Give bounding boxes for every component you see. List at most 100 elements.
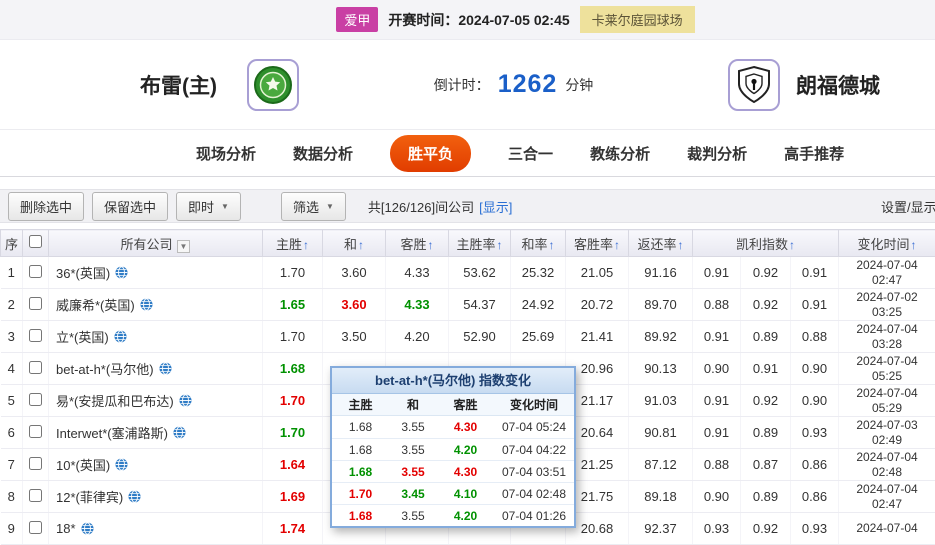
company-cell[interactable]: 36*(英国) xyxy=(49,257,263,289)
instant-dropdown[interactable]: 即时▼ xyxy=(176,192,241,221)
row-checkbox[interactable] xyxy=(29,393,42,406)
company-cell[interactable]: 18* xyxy=(49,513,263,545)
popup-change-time: 07-04 01:26 xyxy=(494,509,574,523)
toolbar-gap xyxy=(0,177,935,189)
popup-rows: 1.68 3.55 4.30 07-04 05:24 1.68 3.55 4.2… xyxy=(332,416,574,526)
popup-header-row: 主胜 和 客胜 变化时间 xyxy=(332,394,574,416)
kelly-away-cell: 0.93 xyxy=(791,417,839,449)
company-name: 18* xyxy=(56,521,76,536)
row-index: 6 xyxy=(1,417,23,449)
company-cell[interactable]: bet-at-h*(马尔他) xyxy=(49,353,263,385)
home-odds-cell: 1.70 xyxy=(263,321,323,353)
away-team-block: 朗福德城 xyxy=(728,59,880,111)
return-rate-cell: 91.16 xyxy=(629,257,693,289)
row-checkbox[interactable] xyxy=(29,361,42,374)
home-odds-cell: 1.64 xyxy=(263,449,323,481)
home-odds-cell: 1.74 xyxy=(263,513,323,545)
kelly-home-cell: 0.93 xyxy=(693,513,741,545)
show-link[interactable]: [显示] xyxy=(479,197,512,216)
return-rate-cell: 87.12 xyxy=(629,449,693,481)
company-cell[interactable]: 威廉希*(英国) xyxy=(49,289,263,321)
kickoff-time: 开赛时间：2024-07-05 02:45 xyxy=(388,10,569,30)
table-row: 3 立*(英国) 1.70 3.50 4.20 52.90 25.69 21.4… xyxy=(1,321,935,353)
company-cell[interactable]: Interwet*(塞浦路斯) xyxy=(49,417,263,449)
popup-away-odds: 4.30 xyxy=(437,465,494,479)
kelly-home-cell: 0.88 xyxy=(693,289,741,321)
row-checkbox[interactable] xyxy=(29,265,42,278)
sort-asc-icon: ↑ xyxy=(789,238,795,252)
home-odds-cell: 1.68 xyxy=(263,353,323,385)
tab-裁判分析[interactable]: 裁判分析 xyxy=(687,143,747,164)
col-header-away-odds[interactable]: 客胜↑ xyxy=(386,230,449,257)
table-row: 2 威廉希*(英国) 1.65 3.60 4.33 54.37 24.92 20… xyxy=(1,289,935,321)
league-badge[interactable]: 爱甲 xyxy=(336,7,378,32)
filter-dropdown[interactable]: 筛选▼ xyxy=(281,192,346,221)
tab-胜平负[interactable]: 胜平负 xyxy=(390,135,471,172)
company-filter-icon[interactable]: ▼ xyxy=(177,240,191,253)
change-time-cell: 2024-07-0402:48 xyxy=(839,449,935,481)
popup-change-time: 07-04 03:51 xyxy=(494,465,574,479)
chevron-down-icon: ▼ xyxy=(326,202,334,211)
kelly-draw-cell: 0.87 xyxy=(741,449,791,481)
home-odds-cell: 1.70 xyxy=(263,257,323,289)
tab-现场分析[interactable]: 现场分析 xyxy=(196,143,256,164)
col-header-home-odds[interactable]: 主胜↑ xyxy=(263,230,323,257)
popup-away-odds: 4.20 xyxy=(437,509,494,523)
company-name: 威廉希*(英国) xyxy=(56,295,135,314)
tab-数据分析[interactable]: 数据分析 xyxy=(293,143,353,164)
col-header-company[interactable]: 所有公司▼ xyxy=(49,230,263,257)
popup-change-time: 07-04 05:24 xyxy=(494,420,574,434)
col-header-change-time[interactable]: 变化时间↑ xyxy=(839,230,935,257)
change-time-cell: 2024-07-0302:49 xyxy=(839,417,935,449)
row-select-cell xyxy=(23,257,49,289)
return-rate-cell: 90.81 xyxy=(629,417,693,449)
sort-asc-icon: ↑ xyxy=(358,238,364,252)
col-header-away-rate[interactable]: 客胜率↑ xyxy=(566,230,629,257)
col-header-home-rate[interactable]: 主胜率↑ xyxy=(449,230,511,257)
kelly-away-cell: 0.88 xyxy=(791,321,839,353)
company-cell[interactable]: 12*(菲律宾) xyxy=(49,481,263,513)
popup-col-draw: 和 xyxy=(389,396,437,413)
draw-rate-cell: 25.32 xyxy=(511,257,566,289)
row-checkbox[interactable] xyxy=(29,425,42,438)
delete-selected-button[interactable]: 删除选中 xyxy=(8,192,84,221)
company-name: Interwet*(塞浦路斯) xyxy=(56,423,168,442)
col-header-draw-odds[interactable]: 和↑ xyxy=(323,230,386,257)
company-cell[interactable]: 10*(英国) xyxy=(49,449,263,481)
popup-home-odds: 1.68 xyxy=(332,465,389,479)
col-header-return-rate[interactable]: 返还率↑ xyxy=(629,230,693,257)
row-select-cell xyxy=(23,353,49,385)
kelly-home-cell: 0.88 xyxy=(693,449,741,481)
row-checkbox[interactable] xyxy=(29,521,42,534)
row-checkbox[interactable] xyxy=(29,457,42,470)
row-select-cell xyxy=(23,481,49,513)
row-index: 4 xyxy=(1,353,23,385)
globe-icon xyxy=(115,266,128,279)
tab-三合一[interactable]: 三合一 xyxy=(508,143,553,164)
kelly-away-cell: 0.90 xyxy=(791,353,839,385)
row-checkbox[interactable] xyxy=(29,297,42,310)
kelly-away-cell: 0.90 xyxy=(791,385,839,417)
kelly-away-cell: 0.93 xyxy=(791,513,839,545)
return-rate-cell: 89.70 xyxy=(629,289,693,321)
globe-icon xyxy=(140,298,153,311)
tab-教练分析[interactable]: 教练分析 xyxy=(590,143,650,164)
match-info-bar: 爱甲 开赛时间：2024-07-05 02:45 卡莱尔庭园球场 xyxy=(0,0,935,40)
keep-selected-button[interactable]: 保留选中 xyxy=(92,192,168,221)
return-rate-cell: 89.18 xyxy=(629,481,693,513)
globe-icon xyxy=(114,330,127,343)
row-checkbox[interactable] xyxy=(29,489,42,502)
select-all-checkbox[interactable] xyxy=(29,235,42,248)
company-cell[interactable]: 立*(英国) xyxy=(49,321,263,353)
settings-link[interactable]: 设置/显示 xyxy=(881,197,935,216)
company-cell[interactable]: 易*(安提瓜和巴布达) xyxy=(49,385,263,417)
col-header-draw-rate[interactable]: 和率↑ xyxy=(511,230,566,257)
col-header-kelly[interactable]: 凯利指数↑ xyxy=(693,230,839,257)
tab-高手推荐[interactable]: 高手推荐 xyxy=(784,143,844,164)
return-rate-cell: 90.13 xyxy=(629,353,693,385)
away-rate-cell: 21.41 xyxy=(566,321,629,353)
popup-col-home: 主胜 xyxy=(332,396,389,413)
home-odds-cell: 1.65 xyxy=(263,289,323,321)
row-select-cell xyxy=(23,321,49,353)
row-checkbox[interactable] xyxy=(29,329,42,342)
